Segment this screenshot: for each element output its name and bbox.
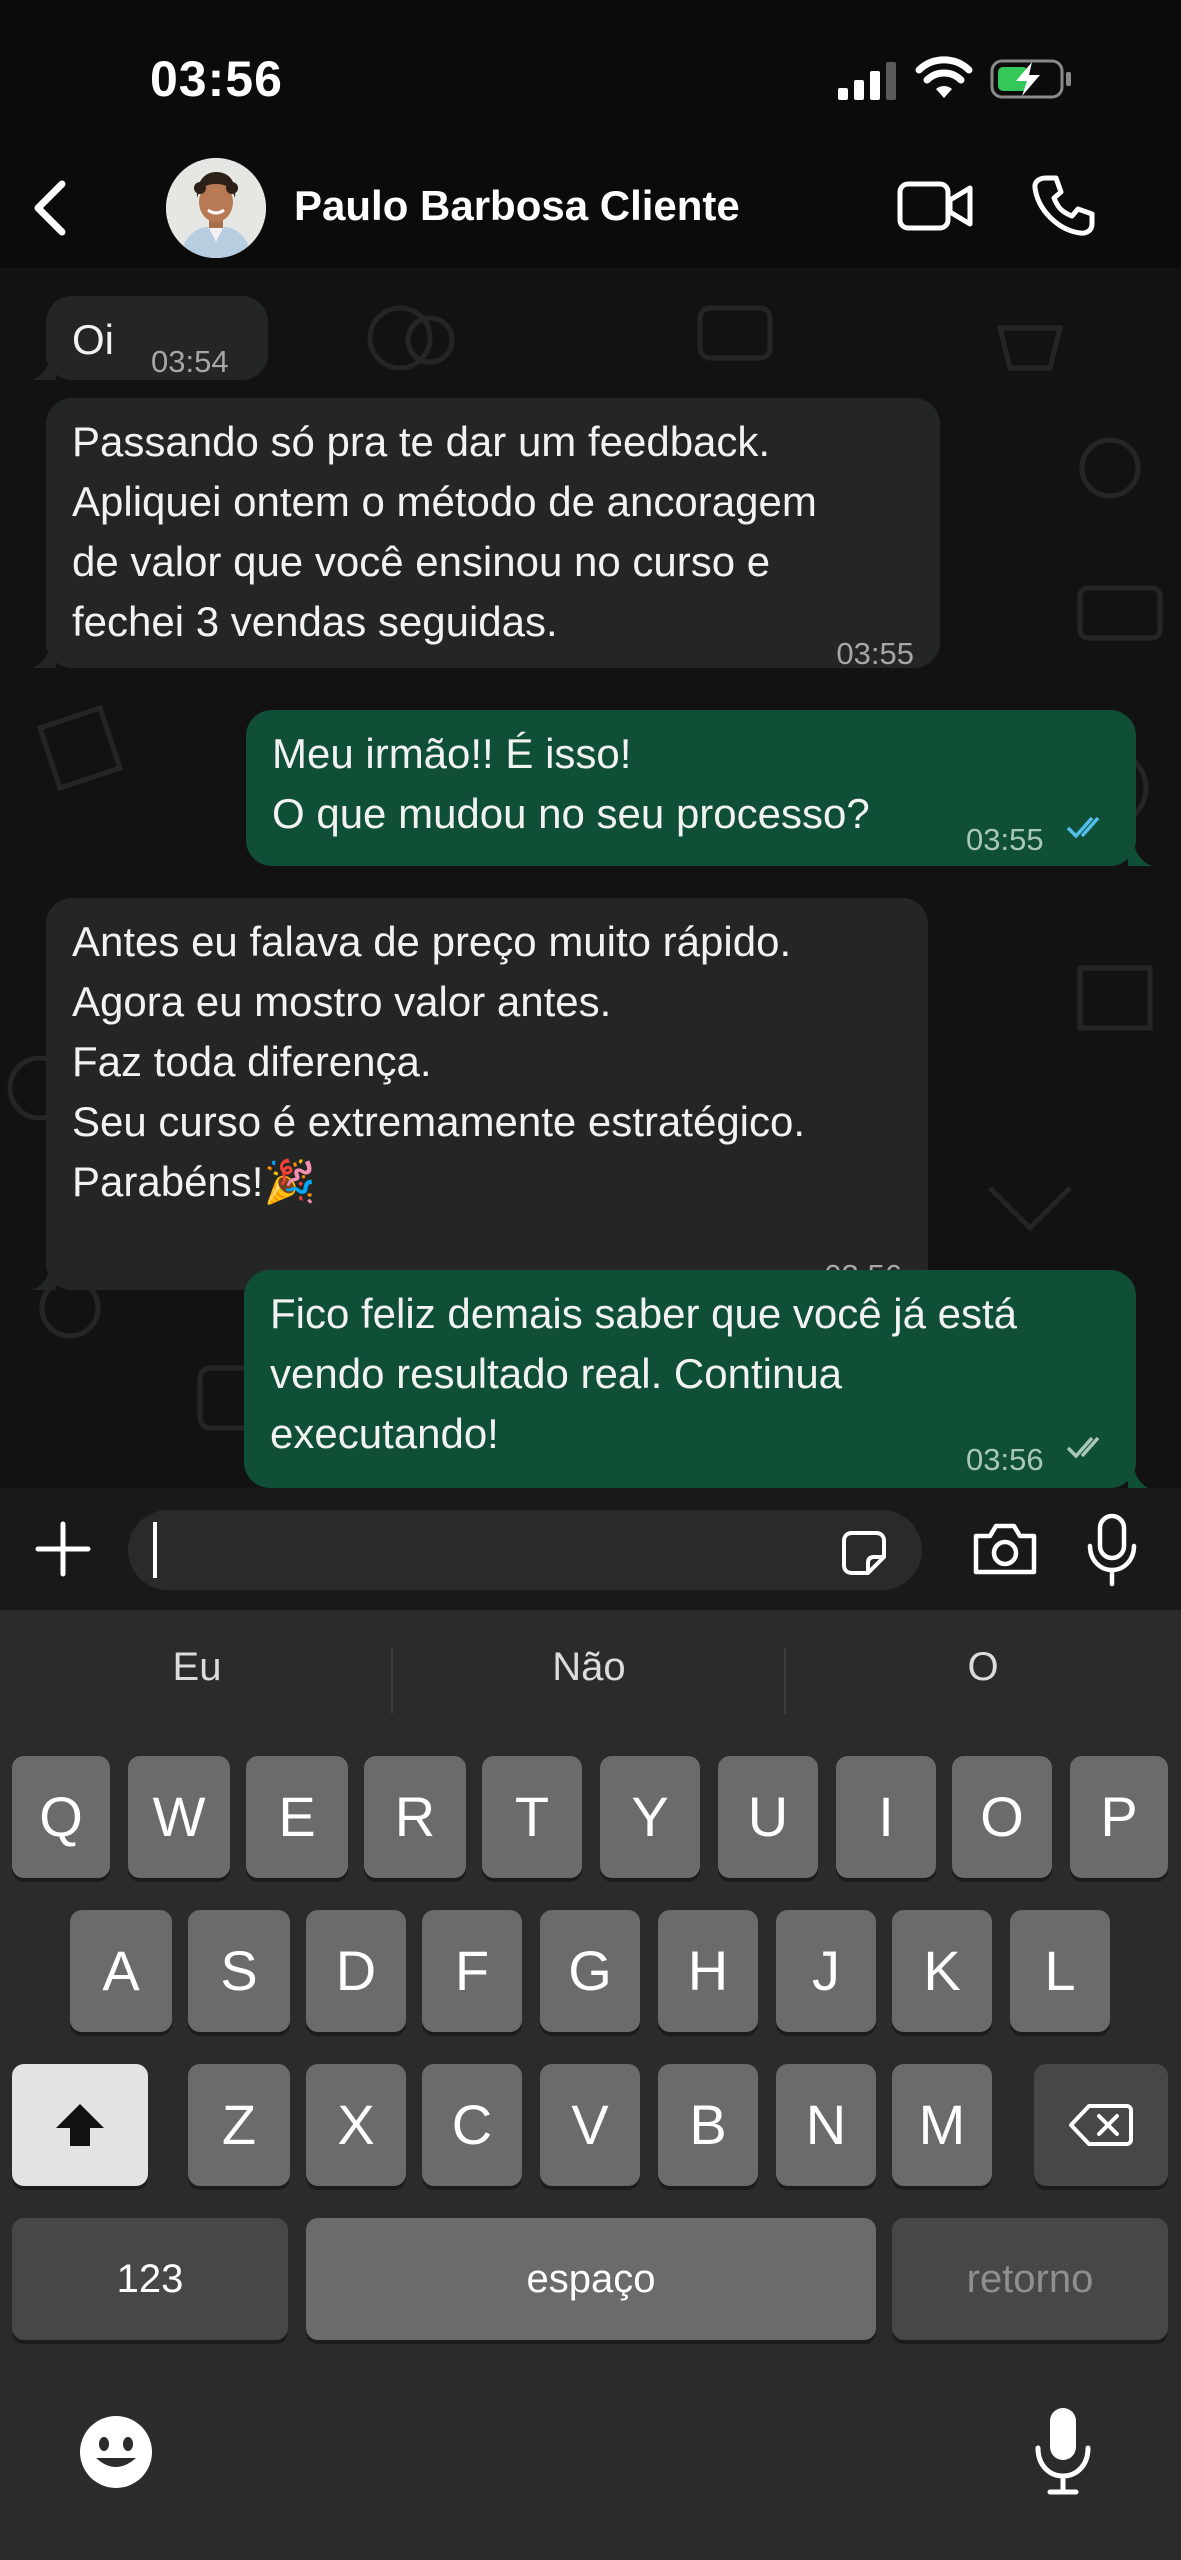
delivered-receipt-icon (1066, 1436, 1100, 1459)
wifi-icon (915, 56, 973, 98)
key-c[interactable]: C (422, 2064, 522, 2186)
key-z[interactable]: Z (188, 2064, 290, 2186)
message-text: Passando só pra te dar um feedback. (72, 418, 771, 465)
message-bubble-outgoing[interactable]: Fico feliz demais saber que você já está… (244, 1270, 1136, 1488)
key-p[interactable]: P (1070, 1756, 1168, 1878)
message-text: Parabéns!🎉 (72, 1158, 316, 1205)
message-time: 03:56 (966, 1442, 1044, 1477)
message-bubble-outgoing[interactable]: Meu irmão!! É isso! O que mudou no seu p… (246, 710, 1136, 866)
key-l[interactable]: L (1010, 1910, 1110, 2032)
key-b[interactable]: B (658, 2064, 758, 2186)
key-u[interactable]: U (718, 1756, 818, 1878)
key-d[interactable]: D (306, 1910, 406, 2032)
message-text: Antes eu falava de preço muito rápido. (72, 918, 792, 965)
back-chevron-icon[interactable] (28, 178, 72, 238)
contact-avatar[interactable] (166, 158, 266, 258)
key-g[interactable]: G (540, 1910, 640, 2032)
key-m[interactable]: M (892, 2064, 992, 2186)
message-bubble-incoming[interactable]: Oi 03:54 (46, 296, 268, 380)
message-text: fechei 3 vendas seguidas. (72, 598, 558, 645)
message-text: Apliquei ontem o método de ancoragem (72, 478, 817, 525)
cellular-signal-icon (838, 62, 896, 100)
suggestion-2[interactable]: Não (394, 1645, 784, 1690)
key-k[interactable]: K (892, 1910, 992, 2032)
key-y[interactable]: Y (600, 1756, 700, 1878)
message-bubble-incoming[interactable]: Passando só pra te dar um feedback. Apli… (46, 398, 940, 671)
key-n[interactable]: N (776, 2064, 876, 2186)
suggestion-divider (784, 1648, 786, 1714)
text-cursor (153, 1522, 157, 1578)
key-a[interactable]: A (70, 1910, 172, 2032)
microphone-icon[interactable] (1084, 1512, 1140, 1588)
message-text: Meu irmão!! É isso! (272, 730, 632, 777)
message-time: 03:55 (836, 636, 914, 671)
plus-icon[interactable] (34, 1520, 92, 1578)
shift-icon (56, 2104, 104, 2146)
message-bubble-incoming[interactable]: Antes eu falava de preço muito rápido. A… (46, 898, 928, 1293)
backspace-icon (1069, 2104, 1133, 2146)
message-text: Fico feliz demais saber que você já está (270, 1290, 1018, 1337)
key-s[interactable]: S (188, 1910, 290, 2032)
message-text: Seu curso é extremamente estratégico. (72, 1098, 806, 1145)
message-input[interactable] (128, 1510, 922, 1590)
battery-charging-icon (990, 59, 1071, 99)
key-w[interactable]: W (128, 1756, 230, 1878)
message-text: Faz toda diferença. (72, 1038, 432, 1085)
message-text: Agora eu mostro valor antes. (72, 978, 612, 1025)
backspace-key[interactable] (1034, 2064, 1168, 2186)
message-text: vendo resultado real. Continua (270, 1350, 843, 1397)
key-r[interactable]: R (364, 1756, 466, 1878)
numbers-key[interactable]: 123 (12, 2218, 288, 2340)
suggestion-3[interactable]: O (788, 1645, 1178, 1690)
message-time: 03:55 (966, 822, 1044, 857)
camera-icon[interactable] (970, 1520, 1040, 1578)
suggestion-divider (391, 1648, 393, 1714)
suggestion-1[interactable]: Eu (2, 1645, 392, 1690)
phone-icon[interactable] (1030, 172, 1096, 238)
key-q[interactable]: Q (12, 1756, 110, 1878)
chat-area[interactable]: Oi 03:54 Passando só pra te dar um feedb… (0, 268, 1181, 1488)
return-key[interactable]: retorno (892, 2218, 1168, 2340)
key-o[interactable]: O (952, 1756, 1052, 1878)
space-key[interactable]: espaço (306, 2218, 876, 2340)
key-x[interactable]: X (306, 2064, 406, 2186)
key-h[interactable]: H (658, 1910, 758, 2032)
key-e[interactable]: E (246, 1756, 348, 1878)
sticker-icon[interactable] (838, 1527, 890, 1579)
dictation-icon[interactable] (1032, 2404, 1094, 2496)
key-i[interactable]: I (836, 1756, 936, 1878)
shift-key[interactable] (12, 2064, 148, 2186)
video-call-icon[interactable] (896, 176, 974, 236)
emoji-icon[interactable] (76, 2412, 156, 2492)
status-time: 03:56 (150, 51, 283, 107)
key-v[interactable]: V (540, 2064, 640, 2186)
key-f[interactable]: F (422, 1910, 522, 2032)
message-text: de valor que você ensinou no curso e (72, 538, 771, 585)
key-t[interactable]: T (482, 1756, 582, 1878)
contact-name[interactable]: Paulo Barbosa Cliente (294, 182, 740, 230)
key-j[interactable]: J (776, 1910, 876, 2032)
message-time: 03:54 (151, 344, 229, 379)
read-receipt-icon (1066, 816, 1100, 839)
